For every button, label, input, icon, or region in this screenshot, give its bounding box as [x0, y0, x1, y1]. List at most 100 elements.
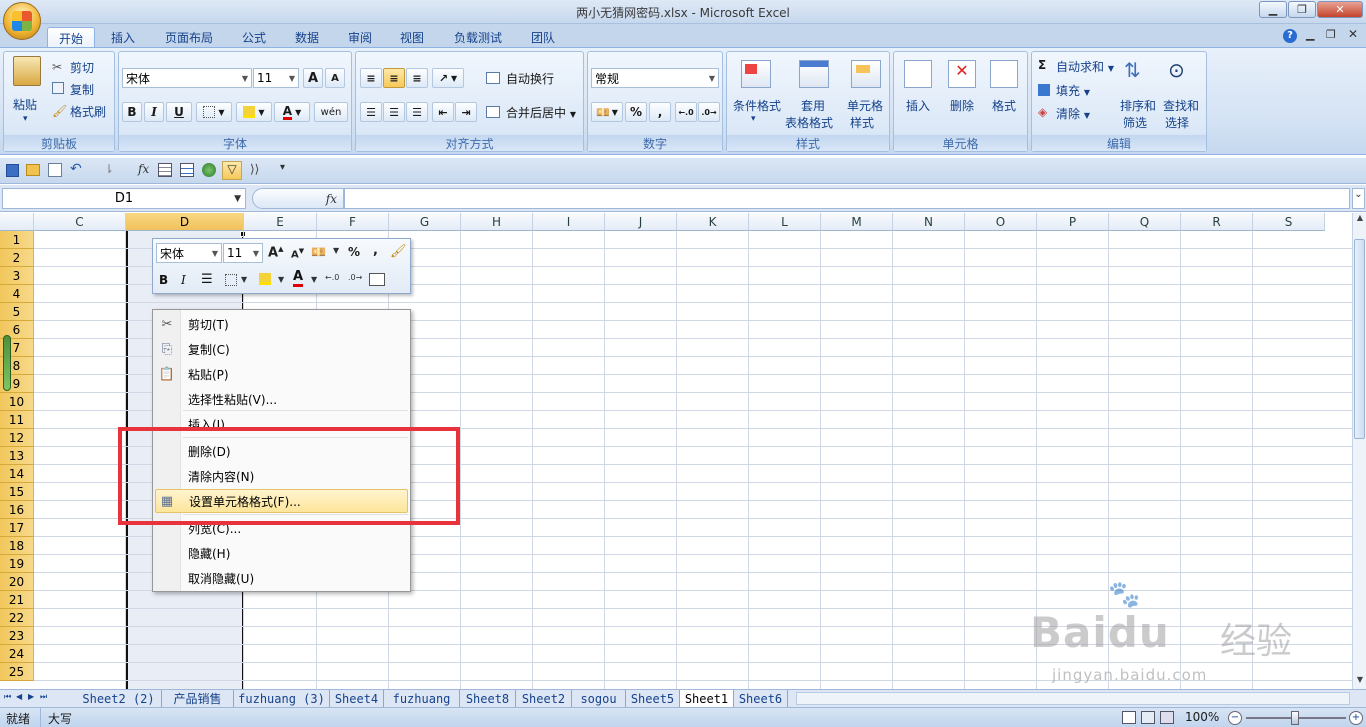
sheet-tab[interactable]: sogou	[572, 690, 626, 707]
column-header-h[interactable]: H	[461, 213, 533, 231]
mini-increase-decimal-icon[interactable]: ←.0	[325, 273, 339, 282]
merge-center-button[interactable]: 合并后居中 ▼	[506, 104, 576, 121]
menu-item[interactable]: 粘贴(P)	[155, 362, 408, 386]
row-header[interactable]: 15	[0, 483, 34, 501]
copy-button[interactable]: 复制	[70, 81, 94, 98]
sort-filter-button-line2[interactable]: 筛选	[1123, 114, 1147, 131]
font-color-button[interactable]: A ▼	[274, 102, 310, 122]
bold-button[interactable]: B	[122, 102, 142, 122]
first-sheet-icon[interactable]: ⏮	[4, 692, 11, 702]
column-header-d[interactable]: D	[126, 213, 244, 231]
sheet-tab[interactable]: Sheet8	[460, 690, 516, 707]
minimize-button[interactable]: ▁	[1259, 1, 1287, 18]
row-header[interactable]: 12	[0, 429, 34, 447]
conditional-format-button[interactable]: 条件格式	[733, 97, 781, 114]
formula-input[interactable]	[344, 188, 1350, 209]
mini-font-name-select[interactable]: 宋体 ▼	[156, 243, 222, 263]
mini-merge-icon[interactable]	[369, 273, 385, 286]
tab-review[interactable]: 审阅	[337, 27, 383, 48]
zoom-slider-thumb[interactable]	[1291, 711, 1299, 725]
row-header[interactable]: 11	[0, 411, 34, 429]
row-header[interactable]: 13	[0, 447, 34, 465]
column-header-j[interactable]: J	[605, 213, 677, 231]
row-header[interactable]: 25	[0, 663, 34, 681]
zoom-in-icon[interactable]: +	[1349, 711, 1363, 725]
row-header[interactable]: 14	[0, 465, 34, 483]
row-header[interactable]: 23	[0, 627, 34, 645]
currency-button[interactable]: 💴 ▼	[591, 102, 623, 122]
column-header-k[interactable]: K	[677, 213, 749, 231]
mini-format-painter-icon[interactable]: 🖌	[390, 244, 407, 259]
chevron-down-icon[interactable]: ▼	[241, 275, 247, 284]
name-box[interactable]: D1 ▼	[2, 188, 246, 209]
mini-comma-button[interactable]: ,	[373, 243, 378, 258]
column-header-e[interactable]: E	[244, 213, 317, 231]
row-header[interactable]: 20	[0, 573, 34, 591]
cut-button[interactable]: 剪切	[70, 59, 94, 76]
open-folder-icon[interactable]	[26, 164, 40, 176]
chevron-down-icon[interactable]: ▼	[278, 275, 284, 284]
sort-filter-button-line1[interactable]: 排序和	[1120, 97, 1156, 114]
table-format-button-line1[interactable]: 套用	[801, 97, 825, 114]
mini-grow-font-icon[interactable]: A▲	[268, 245, 283, 260]
tab-data[interactable]: 数据	[284, 27, 330, 48]
decrease-indent-button[interactable]: ⇤	[432, 102, 454, 122]
ribbon-close-icon[interactable]: ✕	[1348, 27, 1358, 41]
italic-button[interactable]: I	[144, 102, 164, 122]
last-sheet-icon[interactable]: ⏭	[40, 692, 47, 702]
grow-font-button[interactable]: A	[303, 68, 323, 88]
help-icon[interactable]: ?	[1283, 29, 1297, 43]
mini-fill-bucket-icon[interactable]	[259, 273, 271, 285]
horizontal-scrollbar[interactable]	[796, 692, 1350, 705]
filter-icon[interactable]: ▽	[222, 161, 242, 180]
tab-page-layout[interactable]: 页面布局	[154, 27, 224, 48]
menu-item[interactable]: 复制(C)	[155, 337, 408, 361]
column-header-q[interactable]: Q	[1109, 213, 1181, 231]
align-right-button[interactable]: ☰	[406, 102, 428, 122]
normal-view-icon[interactable]	[1122, 711, 1136, 724]
globe-icon[interactable]	[202, 163, 216, 177]
menu-item[interactable]: 选择性粘贴(V)...	[155, 387, 408, 411]
row-header[interactable]: 17	[0, 519, 34, 537]
wrap-text-button[interactable]: 自动换行	[506, 70, 554, 87]
office-button[interactable]	[3, 2, 41, 40]
clear-button[interactable]: 清除 ▼	[1056, 105, 1090, 122]
phonetic-button[interactable]: wén	[314, 102, 348, 122]
row-header[interactable]: 4	[0, 285, 34, 303]
column-header-p[interactable]: P	[1037, 213, 1109, 231]
scroll-up-icon[interactable]: ▲	[1354, 213, 1366, 225]
autosum-button[interactable]: 自动求和 ▼	[1056, 58, 1114, 75]
comma-button[interactable]: ,	[649, 102, 671, 122]
mini-italic-button[interactable]: I	[181, 273, 186, 287]
number-format-select[interactable]: 常规 ▼	[591, 68, 719, 88]
mini-decrease-decimal-icon[interactable]: .0→	[348, 273, 362, 282]
row-header[interactable]: 1	[0, 231, 34, 249]
column-header-o[interactable]: O	[965, 213, 1037, 231]
zoom-out-icon[interactable]: −	[1228, 711, 1242, 725]
prev-sheet-icon[interactable]: ◀	[16, 692, 22, 701]
decrease-decimal-button[interactable]: .0→	[698, 102, 720, 122]
next-sheet-icon[interactable]: ▶	[28, 692, 34, 701]
increase-decimal-button[interactable]: ←.0	[675, 102, 697, 122]
row-header[interactable]: 5	[0, 303, 34, 321]
side-slider-handle[interactable]	[3, 335, 11, 391]
expand-formula-icon[interactable]: ⌄	[1352, 188, 1365, 209]
increase-indent-button[interactable]: ⇥	[455, 102, 477, 122]
chevron-down-icon[interactable]: ▾	[751, 114, 756, 124]
shrink-font-button[interactable]: A	[325, 68, 345, 88]
align-center-button[interactable]: ☰	[383, 102, 405, 122]
column-header-i[interactable]: I	[533, 213, 605, 231]
ribbon-minimize-icon[interactable]: ▁	[1306, 28, 1314, 41]
tab-home[interactable]: 开始	[47, 27, 96, 48]
align-middle-button[interactable]: ≡	[383, 68, 405, 88]
zoom-level[interactable]: 100%	[1185, 710, 1219, 724]
row-header[interactable]: 24	[0, 645, 34, 663]
mini-currency-icon[interactable]: 💴	[311, 245, 326, 259]
page-break-view-icon[interactable]	[1160, 711, 1174, 724]
column-header-g[interactable]: G	[389, 213, 461, 231]
menu-item[interactable]: 取消隐藏(U)	[155, 566, 408, 590]
row-header[interactable]: 2	[0, 249, 34, 267]
insert-cells-button[interactable]: 插入	[906, 97, 930, 114]
column-header-c[interactable]: C	[34, 213, 126, 231]
find-select-button-line2[interactable]: 选择	[1165, 114, 1189, 131]
